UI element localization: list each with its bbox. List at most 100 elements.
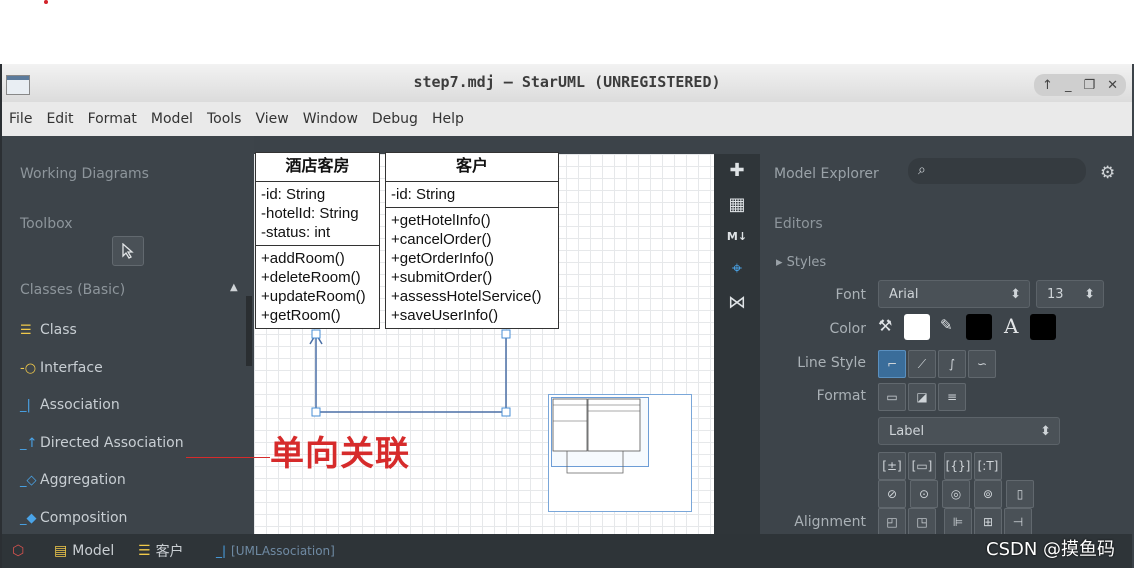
model-explorer-header[interactable]: Model Explorer [774, 166, 879, 182]
format-suppress-button[interactable]: ▭ [878, 383, 906, 411]
suppress-receptions-button[interactable]: ◎ [942, 480, 970, 508]
menu-view[interactable]: View [248, 111, 295, 127]
minimize-icon[interactable]: _ [1065, 78, 1072, 93]
classes-basic-header[interactable]: Classes (Basic) [20, 282, 125, 298]
suppress-operations-button[interactable]: ⊙ [910, 480, 938, 508]
share-icon[interactable]: ⋈ [714, 292, 760, 313]
collapse-arrow-icon[interactable]: ▲ [230, 282, 238, 293]
menu-edit[interactable]: Edit [39, 111, 80, 127]
red-dot-marker [44, 0, 48, 4]
spinner-icon: ⬍ [1084, 286, 1095, 302]
toolbox-scrollbar[interactable] [246, 296, 252, 366]
show-visibility-button[interactable]: [±] [878, 452, 906, 480]
font-family-select[interactable]: Arial ⬍ [878, 280, 1030, 308]
menu-format[interactable]: Format [81, 111, 144, 127]
diagram-minimap[interactable] [548, 394, 692, 512]
csdn-watermark: CSDN @摸鱼码 [986, 539, 1116, 560]
tool-directed-association[interactable]: _↑ Directed Association [20, 431, 184, 455]
stereotype-display-value: Label [889, 423, 925, 439]
styles-label: Styles [786, 255, 827, 270]
expand-arrow-icon: ▸ [776, 255, 787, 270]
class-attributes: -id: String [386, 182, 558, 208]
font-size-select[interactable]: 13 ⬍ [1036, 280, 1104, 308]
class-hotel-room[interactable]: 酒店客房 -id: String -hotelId: String -statu… [255, 152, 380, 329]
line-color-swatch[interactable] [966, 314, 992, 340]
markdown-icon[interactable]: M↓ [714, 230, 760, 243]
window-title: step7.mdj — StarUML (UNREGISTERED) [413, 73, 721, 91]
tool-interface[interactable]: -○ Interface [20, 356, 103, 380]
close-icon[interactable]: ✕ [1107, 78, 1118, 93]
tool-association[interactable]: _| Association [20, 393, 120, 417]
class-operations: +addRoom() +deleteRoom() +updateRoom() +… [256, 246, 379, 328]
keep-above-icon[interactable]: ↑ [1042, 78, 1053, 93]
menu-tools[interactable]: Tools [200, 111, 249, 127]
class-customer[interactable]: 客户 -id: String +getHotelInfo() +cancelOr… [385, 152, 559, 329]
status-element-label: [UMLAssociation] [231, 544, 335, 558]
status-selected-class[interactable]: ☰ 客户 [138, 541, 184, 561]
tool-association-label: Association [40, 397, 120, 413]
working-diagrams-header[interactable]: Working Diagrams [20, 166, 149, 182]
tool-composition-label: Composition [40, 510, 128, 526]
line-style-curve-button[interactable]: ∽ [968, 350, 996, 378]
line-style-rounded-button[interactable]: ∫ [938, 350, 966, 378]
toolbox-header[interactable]: Toolbox [20, 216, 73, 232]
send-to-back-button[interactable]: ◳ [908, 508, 936, 536]
format-wordwrap-button[interactable]: ≡ [938, 383, 966, 411]
class-operations: +getHotelInfo() +cancelOrder() +getOrder… [386, 208, 558, 328]
status-selected-label: 客户 [155, 544, 184, 560]
side-toolbar: ✚ ▦ M↓ ⌖ ⋈ [714, 154, 760, 534]
show-property-button[interactable]: [{}] [944, 452, 972, 480]
suppress-literals-button[interactable]: ⊚ [974, 480, 1002, 508]
suppress-attributes-button[interactable]: ⊘ [878, 480, 906, 508]
suppress-columns-button[interactable]: ▯ [1006, 480, 1034, 508]
staruml-logo-icon: ⬡ [12, 543, 25, 559]
class-name: 客户 [386, 153, 558, 182]
annotation-pointer-line [186, 457, 270, 458]
menu-help[interactable]: Help [425, 111, 471, 127]
extensions-icon[interactable]: ✚ [714, 160, 760, 181]
operation: +saveUserInfo() [391, 307, 499, 324]
styles-section[interactable]: ▸ Styles [776, 255, 826, 270]
color-label: Color [829, 321, 866, 337]
status-element-type[interactable]: _| [UMLAssociation] [216, 541, 335, 561]
cursor-icon [122, 243, 134, 259]
diagram-canvas[interactable]: 酒店客房 -id: String -hotelId: String -statu… [254, 152, 714, 534]
align-right-button[interactable]: ⊣ [1004, 508, 1032, 536]
restore-icon[interactable]: ❐ [1083, 78, 1095, 93]
tool-aggregation-label: Aggregation [40, 472, 126, 488]
aggregation-icon: _◇ [20, 472, 37, 488]
association-icon: _| [20, 397, 31, 413]
bring-to-front-button[interactable]: ◰ [878, 508, 906, 536]
tool-class-label: Class [40, 322, 77, 338]
format-shadow-button[interactable]: ◪ [908, 383, 936, 411]
tool-composition[interactable]: _◆ Composition [20, 506, 127, 530]
attribute: -status: int [261, 224, 331, 241]
layout-icon[interactable]: ▦ [714, 194, 760, 215]
title-bar[interactable]: step7.mdj — StarUML (UNREGISTERED) ↑ _ ❐… [2, 64, 1132, 102]
class-attributes: -id: String -hotelId: String -status: in… [256, 182, 379, 246]
menu-file[interactable]: File [2, 111, 39, 127]
tool-aggregation[interactable]: _◇ Aggregation [20, 468, 126, 492]
menu-debug[interactable]: Debug [365, 111, 425, 127]
model-search-input[interactable]: ⌕ [908, 158, 1086, 184]
stereotype-display-select[interactable]: Label ⬍ [878, 417, 1060, 445]
navigator-icon[interactable]: ⌖ [714, 258, 760, 279]
tool-interface-label: Interface [40, 360, 103, 376]
attribute: -hotelId: String [261, 205, 359, 222]
menu-model[interactable]: Model [144, 111, 200, 127]
operation: +addRoom() [261, 250, 345, 267]
fill-color-swatch[interactable] [904, 314, 930, 340]
align-left-button[interactable]: ⊫ [944, 508, 972, 536]
pointer-tool-button[interactable] [112, 236, 144, 266]
line-style-oblique-button[interactable]: ⟋ [908, 350, 936, 378]
status-model[interactable]: ▤ Model [54, 541, 114, 561]
menu-window[interactable]: Window [296, 111, 365, 127]
show-type-button[interactable]: [:T] [974, 452, 1002, 480]
show-namespace-button[interactable]: [▭] [908, 452, 936, 480]
tool-class[interactable]: ☰ Class [20, 318, 77, 342]
font-color-swatch[interactable] [1030, 314, 1056, 340]
line-style-rectilinear-button[interactable]: ⌐ [878, 350, 906, 378]
align-center-button[interactable]: ⊞ [974, 508, 1002, 536]
editors-header[interactable]: Editors [774, 216, 823, 232]
settings-gear-icon[interactable]: ⚙ [1100, 163, 1115, 183]
